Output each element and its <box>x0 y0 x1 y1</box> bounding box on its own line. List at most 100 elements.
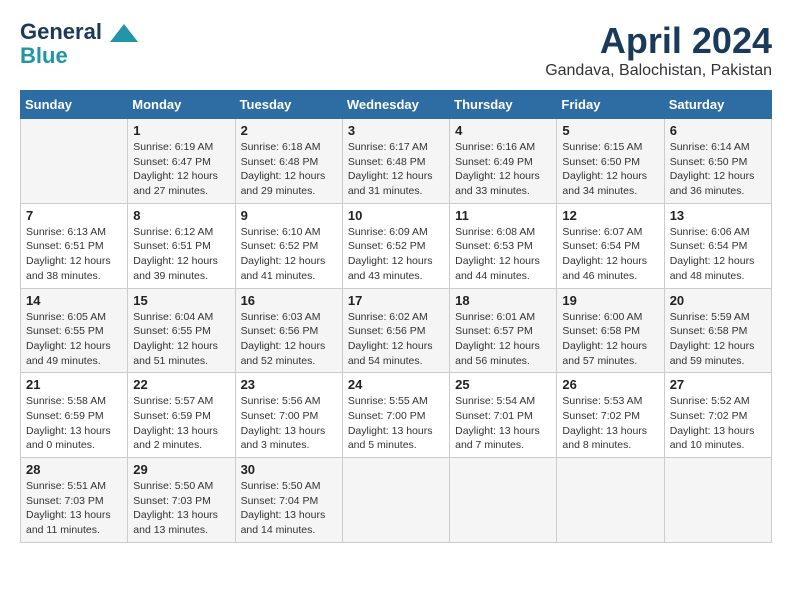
calendar-cell: 20 Sunrise: 5:59 AM Sunset: 6:58 PM Dayli… <box>664 288 771 373</box>
day-info: Sunrise: 6:00 AM Sunset: 6:58 PM Dayligh… <box>562 310 658 369</box>
day-number: 20 <box>670 293 766 308</box>
day-number: 24 <box>348 377 444 392</box>
weekday-header: Saturday <box>664 91 771 119</box>
day-number: 8 <box>133 208 229 223</box>
day-info: Sunrise: 6:10 AM Sunset: 6:52 PM Dayligh… <box>241 225 337 284</box>
calendar-cell: 19Sunrise: 6:00 AM Sunset: 6:58 PM Dayli… <box>557 288 664 373</box>
day-info: Sunrise: 5:54 AM Sunset: 7:01 PM Dayligh… <box>455 394 551 453</box>
calendar-cell <box>450 458 557 543</box>
calendar-week-row: 7Sunrise: 6:13 AM Sunset: 6:51 PM Daylig… <box>21 203 772 288</box>
day-number: 27 <box>670 377 766 392</box>
calendar-cell: 29 Sunrise: 5:50 AM Sunset: 7:03 PM Dayli… <box>128 458 235 543</box>
day-number: 30 <box>241 462 337 477</box>
day-number: 12 <box>562 208 658 223</box>
calendar-cell <box>342 458 449 543</box>
day-number: 15 <box>133 293 229 308</box>
weekday-header: Wednesday <box>342 91 449 119</box>
day-info: Sunrise: 6:19 AM Sunset: 6:47 PM Dayligh… <box>133 140 229 199</box>
day-info: Sunrise: 6:14 AM Sunset: 6:50 PM Dayligh… <box>670 140 766 199</box>
calendar-week-row: 28 Sunrise: 5:51 AM Sunset: 7:03 PM Dayli… <box>21 458 772 543</box>
logo-icon <box>110 24 138 42</box>
day-info: Sunrise: 5:51 AM Sunset: 7:03 PM Dayligh… <box>26 479 122 538</box>
day-number: 2 <box>241 123 337 138</box>
location-subtitle: Gandava, Balochistan, Pakistan <box>545 62 772 80</box>
day-number: 23 <box>241 377 337 392</box>
day-number: 14 <box>26 293 122 308</box>
day-info: Sunrise: 6:01 AM Sunset: 6:57 PM Dayligh… <box>455 310 551 369</box>
calendar-cell: 4Sunrise: 6:16 AM Sunset: 6:49 PM Daylig… <box>450 119 557 204</box>
calendar-cell: 26 Sunrise: 5:53 AM Sunset: 7:02 PM Dayli… <box>557 373 664 458</box>
calendar-cell: 5 Sunrise: 6:15 AM Sunset: 6:50 PM Daylig… <box>557 119 664 204</box>
calendar-cell: 25 Sunrise: 5:54 AM Sunset: 7:01 PM Dayli… <box>450 373 557 458</box>
day-info: Sunrise: 5:52 AM Sunset: 7:02 PM Dayligh… <box>670 394 766 453</box>
day-info: Sunrise: 6:05 AM Sunset: 6:55 PM Dayligh… <box>26 310 122 369</box>
day-info: Sunrise: 5:58 AM Sunset: 6:59 PM Dayligh… <box>26 394 122 453</box>
calendar-week-row: 21 Sunrise: 5:58 AM Sunset: 6:59 PM Dayli… <box>21 373 772 458</box>
day-number: 16 <box>241 293 337 308</box>
day-number: 6 <box>670 123 766 138</box>
day-info: Sunrise: 5:50 AM Sunset: 7:04 PM Dayligh… <box>241 479 337 538</box>
day-info: Sunrise: 6:06 AM Sunset: 6:54 PM Dayligh… <box>670 225 766 284</box>
calendar-table: SundayMondayTuesdayWednesdayThursdayFrid… <box>20 90 772 543</box>
day-info: Sunrise: 6:02 AM Sunset: 6:56 PM Dayligh… <box>348 310 444 369</box>
calendar-cell: 1Sunrise: 6:19 AM Sunset: 6:47 PM Daylig… <box>128 119 235 204</box>
calendar-cell <box>21 119 128 204</box>
calendar-cell: 27 Sunrise: 5:52 AM Sunset: 7:02 PM Dayli… <box>664 373 771 458</box>
calendar-cell: 13 Sunrise: 6:06 AM Sunset: 6:54 PM Dayli… <box>664 203 771 288</box>
day-number: 11 <box>455 208 551 223</box>
weekday-header: Thursday <box>450 91 557 119</box>
day-number: 29 <box>133 462 229 477</box>
day-number: 4 <box>455 123 551 138</box>
day-info: Sunrise: 6:03 AM Sunset: 6:56 PM Dayligh… <box>241 310 337 369</box>
day-info: Sunrise: 5:55 AM Sunset: 7:00 PM Dayligh… <box>348 394 444 453</box>
day-number: 3 <box>348 123 444 138</box>
calendar-cell: 24 Sunrise: 5:55 AM Sunset: 7:00 PM Dayli… <box>342 373 449 458</box>
day-info: Sunrise: 5:53 AM Sunset: 7:02 PM Dayligh… <box>562 394 658 453</box>
day-number: 13 <box>670 208 766 223</box>
day-number: 18 <box>455 293 551 308</box>
day-info: Sunrise: 6:17 AM Sunset: 6:48 PM Dayligh… <box>348 140 444 199</box>
calendar-cell: 18 Sunrise: 6:01 AM Sunset: 6:57 PM Dayli… <box>450 288 557 373</box>
day-number: 9 <box>241 208 337 223</box>
calendar-cell: 9 Sunrise: 6:10 AM Sunset: 6:52 PM Daylig… <box>235 203 342 288</box>
weekday-header: Monday <box>128 91 235 119</box>
calendar-cell <box>664 458 771 543</box>
day-number: 26 <box>562 377 658 392</box>
day-number: 17 <box>348 293 444 308</box>
logo-general: General <box>20 19 102 44</box>
day-number: 10 <box>348 208 444 223</box>
calendar-cell: 8 Sunrise: 6:12 AM Sunset: 6:51 PM Daylig… <box>128 203 235 288</box>
calendar-cell: 21 Sunrise: 5:58 AM Sunset: 6:59 PM Dayli… <box>21 373 128 458</box>
calendar-cell: 10 Sunrise: 6:09 AM Sunset: 6:52 PM Dayli… <box>342 203 449 288</box>
calendar-cell: 22 Sunrise: 5:57 AM Sunset: 6:59 PM Dayli… <box>128 373 235 458</box>
calendar-cell: 6 Sunrise: 6:14 AM Sunset: 6:50 PM Daylig… <box>664 119 771 204</box>
day-number: 25 <box>455 377 551 392</box>
calendar-cell: 14 Sunrise: 6:05 AM Sunset: 6:55 PM Dayli… <box>21 288 128 373</box>
calendar-cell: 30 Sunrise: 5:50 AM Sunset: 7:04 PM Dayli… <box>235 458 342 543</box>
calendar-cell: 23 Sunrise: 5:56 AM Sunset: 7:00 PM Dayli… <box>235 373 342 458</box>
logo: General Blue <box>20 20 138 68</box>
calendar-cell: 7Sunrise: 6:13 AM Sunset: 6:51 PM Daylig… <box>21 203 128 288</box>
calendar-cell <box>557 458 664 543</box>
weekday-header: Sunday <box>21 91 128 119</box>
calendar-cell: 15Sunrise: 6:04 AM Sunset: 6:55 PM Dayli… <box>128 288 235 373</box>
weekday-header: Tuesday <box>235 91 342 119</box>
day-number: 22 <box>133 377 229 392</box>
day-info: Sunrise: 6:18 AM Sunset: 6:48 PM Dayligh… <box>241 140 337 199</box>
calendar-cell: 28 Sunrise: 5:51 AM Sunset: 7:03 PM Dayli… <box>21 458 128 543</box>
logo-blue: Blue <box>20 44 138 68</box>
day-info: Sunrise: 6:12 AM Sunset: 6:51 PM Dayligh… <box>133 225 229 284</box>
day-info: Sunrise: 5:59 AM Sunset: 6:58 PM Dayligh… <box>670 310 766 369</box>
day-info: Sunrise: 5:56 AM Sunset: 7:00 PM Dayligh… <box>241 394 337 453</box>
day-number: 21 <box>26 377 122 392</box>
weekday-header: Friday <box>557 91 664 119</box>
calendar-week-row: 1Sunrise: 6:19 AM Sunset: 6:47 PM Daylig… <box>21 119 772 204</box>
day-info: Sunrise: 6:09 AM Sunset: 6:52 PM Dayligh… <box>348 225 444 284</box>
day-info: Sunrise: 6:15 AM Sunset: 6:50 PM Dayligh… <box>562 140 658 199</box>
calendar-cell: 3 Sunrise: 6:17 AM Sunset: 6:48 PM Daylig… <box>342 119 449 204</box>
day-number: 28 <box>26 462 122 477</box>
calendar-cell: 2 Sunrise: 6:18 AM Sunset: 6:48 PM Daylig… <box>235 119 342 204</box>
day-info: Sunrise: 5:50 AM Sunset: 7:03 PM Dayligh… <box>133 479 229 538</box>
day-info: Sunrise: 5:57 AM Sunset: 6:59 PM Dayligh… <box>133 394 229 453</box>
day-number: 5 <box>562 123 658 138</box>
